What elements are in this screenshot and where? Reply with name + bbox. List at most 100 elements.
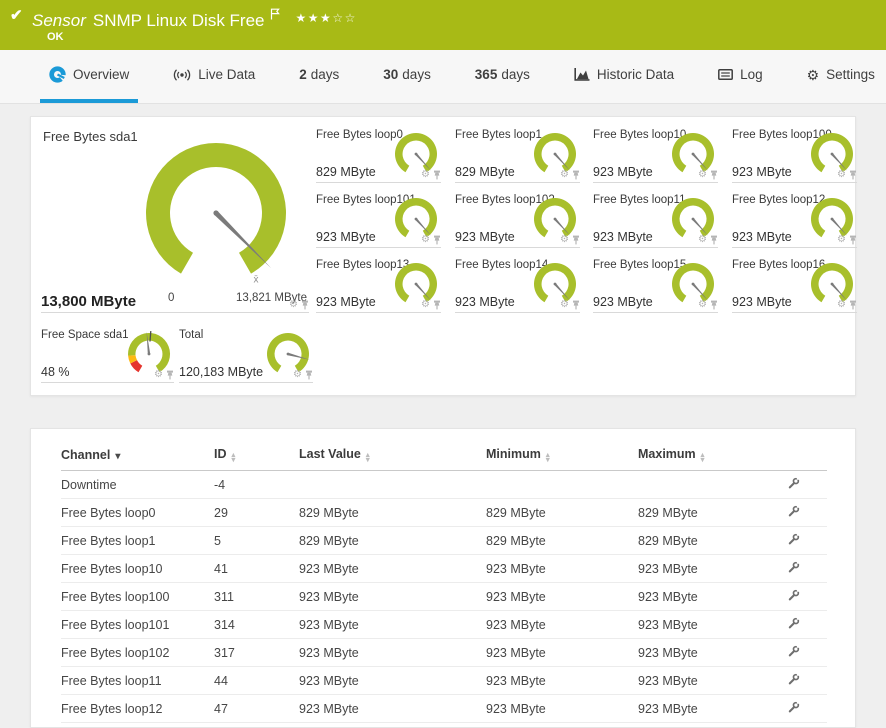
gauge-tile[interactable]: Free Bytes loop0829 MByte⚙ [316, 123, 441, 183]
tab-365-days[interactable]: 365days [466, 50, 539, 103]
gauge-tile[interactable]: Free Bytes loop100923 MByte⚙ [732, 123, 857, 183]
gear-icon[interactable]: ⚙ [293, 370, 302, 380]
pin-icon[interactable] [433, 170, 441, 180]
gauge-tile[interactable]: Free Bytes loop15923 MByte⚙ [593, 253, 718, 313]
pin-icon[interactable] [572, 300, 580, 310]
gear-icon[interactable]: ⚙ [837, 300, 846, 310]
cell-last-value: 923 MByte [299, 639, 486, 667]
tab-2-days[interactable]: 2days [290, 50, 348, 103]
gear-icon[interactable]: ⚙ [698, 170, 707, 180]
pin-icon[interactable] [301, 300, 309, 310]
pin-icon[interactable] [305, 370, 313, 380]
sort-toggle-icon[interactable]: ▴▾ [546, 452, 550, 462]
sort-toggle-icon[interactable]: ▴▾ [232, 452, 236, 462]
sort-desc-icon[interactable]: ▾ [115, 451, 120, 462]
tab-settings[interactable]: ⚙Settings [798, 50, 884, 103]
pin-icon[interactable] [849, 300, 857, 310]
gauge-tile[interactable]: Free Bytes loop101923 MByte⚙ [316, 188, 441, 248]
gauge-tile[interactable]: Total120,183 MByte⚙ [179, 323, 313, 383]
column-label[interactable]: Minimum [486, 447, 541, 461]
wrench-icon[interactable] [787, 505, 800, 518]
tab-label: Settings [826, 67, 875, 82]
cell-minimum: 923 MByte [486, 555, 638, 583]
wrench-icon[interactable] [787, 533, 800, 546]
tab-live-data[interactable]: Live Data [164, 50, 264, 103]
table-row[interactable]: Free Bytes loop102317923 MByte923 MByte9… [61, 639, 827, 667]
table-row[interactable]: Free Bytes loop1041923 MByte923 MByte923… [61, 555, 827, 583]
gear-icon[interactable]: ⚙ [289, 300, 298, 310]
pin-icon[interactable] [710, 300, 718, 310]
table-row[interactable]: Free Bytes loop1247923 MByte923 MByte923… [61, 695, 827, 723]
star-filled-icon[interactable]: ★ [320, 11, 332, 25]
gear-icon[interactable]: ⚙ [421, 170, 430, 180]
gear-icon[interactable]: ⚙ [560, 170, 569, 180]
tab-log[interactable]: Log [709, 50, 772, 103]
status-ok-icon: ✔ [10, 6, 23, 24]
gear-icon[interactable]: ⚙ [560, 235, 569, 245]
wrench-icon[interactable] [787, 645, 800, 658]
column-label[interactable]: Last Value [299, 447, 361, 461]
gear-icon[interactable]: ⚙ [421, 300, 430, 310]
gear-icon[interactable]: ⚙ [421, 235, 430, 245]
sort-toggle-icon[interactable]: ▴▾ [366, 452, 370, 462]
gauge-value: 923 MByte [593, 165, 653, 179]
table-row[interactable]: Free Bytes loop101314923 MByte923 MByte9… [61, 611, 827, 639]
flag-icon[interactable] [270, 5, 280, 25]
gauge-tile[interactable]: Free Bytes loop1829 MByte⚙ [455, 123, 580, 183]
cell-actions [783, 639, 827, 667]
gear-icon[interactable]: ⚙ [837, 170, 846, 180]
star-filled-icon[interactable]: ★ [308, 11, 320, 25]
gear-icon[interactable]: ⚙ [560, 300, 569, 310]
gauge-tile[interactable]: Free Space sda148 %⚙ [41, 323, 174, 383]
gear-icon[interactable]: ⚙ [837, 235, 846, 245]
column-label[interactable]: ID [214, 447, 227, 461]
star-filled-icon[interactable]: ★ [296, 11, 308, 25]
gauge-scale-min: 0 [168, 292, 174, 304]
cell-id: 47 [214, 695, 299, 723]
gauge-tile[interactable]: Free Bytes loop102923 MByte⚙ [455, 188, 580, 248]
star-empty-icon[interactable]: ☆ [332, 11, 344, 25]
pin-icon[interactable] [433, 235, 441, 245]
table-row[interactable]: Free Bytes loop029829 MByte829 MByte829 … [61, 499, 827, 527]
pin-icon[interactable] [710, 235, 718, 245]
tab-label: Live Data [198, 67, 255, 82]
wrench-icon[interactable] [787, 589, 800, 602]
wrench-icon[interactable] [787, 477, 800, 490]
column-label[interactable]: Maximum [638, 447, 696, 461]
tab-30-days[interactable]: 30days [374, 50, 440, 103]
wrench-icon[interactable] [787, 617, 800, 630]
gear-icon[interactable]: ⚙ [698, 235, 707, 245]
pin-icon[interactable] [849, 235, 857, 245]
tab-overview[interactable]: Overview [40, 50, 138, 103]
pin-icon[interactable] [433, 300, 441, 310]
table-row[interactable]: Free Bytes loop15829 MByte829 MByte829 M… [61, 527, 827, 555]
star-empty-icon[interactable]: ☆ [345, 11, 357, 25]
priority-stars[interactable]: ★★★☆☆ [296, 11, 357, 25]
gauge-tile[interactable]: Free Bytes loop11923 MByte⚙ [593, 188, 718, 248]
wrench-icon[interactable] [787, 561, 800, 574]
gauge-dial-main: x̄ [131, 135, 301, 285]
gauge-tile[interactable]: Free Bytes loop10923 MByte⚙ [593, 123, 718, 183]
gauge-tile[interactable]: Free Bytes loop13923 MByte⚙ [316, 253, 441, 313]
pin-icon[interactable] [710, 170, 718, 180]
sort-toggle-icon[interactable]: ▴▾ [701, 452, 705, 462]
channels-table: Channel ▾ ID ▴▾ Last Value ▴▾ Minimum ▴▾ Maximum… [61, 439, 827, 723]
table-row[interactable]: Free Bytes loop100311923 MByte923 MByte9… [61, 583, 827, 611]
tab-historic-data[interactable]: Historic Data [565, 50, 683, 103]
gauge-tile[interactable]: Free Bytes loop12923 MByte⚙ [732, 188, 857, 248]
column-label[interactable]: Channel [61, 448, 110, 462]
gear-icon[interactable]: ⚙ [154, 370, 163, 380]
cell-actions [783, 527, 827, 555]
table-row[interactable]: Free Bytes loop1144923 MByte923 MByte923… [61, 667, 827, 695]
gauge-tile[interactable]: Free Bytes loop14923 MByte⚙ [455, 253, 580, 313]
gauge-tile-main[interactable]: Free Bytes sda1 x̄ 0 13,821 MByte 13,800… [41, 117, 309, 313]
wrench-icon[interactable] [787, 701, 800, 714]
pin-icon[interactable] [166, 370, 174, 380]
gauge-tile[interactable]: Free Bytes loop16923 MByte⚙ [732, 253, 857, 313]
wrench-icon[interactable] [787, 673, 800, 686]
pin-icon[interactable] [572, 235, 580, 245]
pin-icon[interactable] [572, 170, 580, 180]
pin-icon[interactable] [849, 170, 857, 180]
table-row[interactable]: Downtime-4 [61, 471, 827, 499]
gear-icon[interactable]: ⚙ [698, 300, 707, 310]
